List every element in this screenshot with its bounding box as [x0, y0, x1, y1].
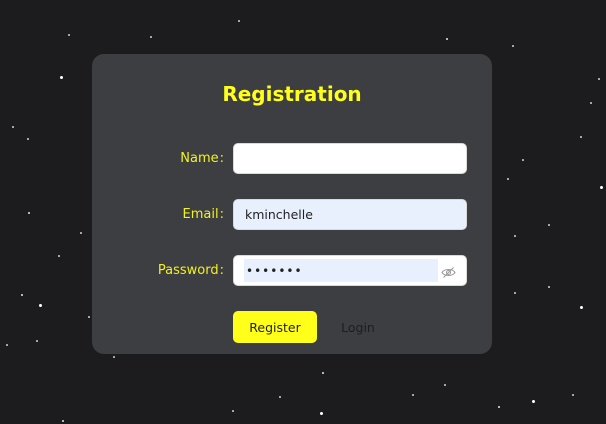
login-button[interactable]: Login [328, 311, 388, 343]
star [39, 304, 42, 307]
registration-card: Registration Name: Email: Password: Regi… [92, 54, 492, 354]
star [572, 394, 574, 396]
star [512, 45, 514, 47]
email-label-text: Email [182, 207, 219, 222]
star [36, 340, 38, 342]
label-colon: : [219, 151, 224, 166]
star [113, 356, 115, 358]
star [322, 372, 324, 374]
eye-slash-icon[interactable] [441, 264, 456, 278]
star [12, 126, 14, 128]
starfield-background: Registration Name: Email: Password: Regi… [0, 0, 606, 424]
star [320, 412, 323, 415]
password-label-text: Password [157, 263, 219, 278]
star [590, 102, 592, 104]
star [507, 178, 509, 180]
star [58, 255, 60, 257]
star [446, 38, 448, 40]
star [514, 235, 516, 237]
star [6, 344, 8, 346]
form-title: Registration [222, 82, 362, 106]
star [600, 186, 603, 189]
star [60, 76, 63, 79]
star [580, 136, 582, 138]
star [21, 294, 23, 296]
star [580, 306, 583, 309]
star [598, 78, 600, 80]
star [514, 292, 516, 294]
star [28, 212, 30, 214]
star [62, 420, 64, 422]
star [412, 394, 414, 396]
star [279, 396, 281, 398]
name-label: Name: [180, 151, 224, 166]
label-colon: : [219, 263, 224, 278]
star [444, 384, 446, 386]
label-colon: : [219, 207, 224, 222]
star [88, 316, 90, 318]
star [548, 286, 550, 288]
name-label-text: Name [180, 151, 219, 166]
star [498, 406, 500, 408]
password-input[interactable] [246, 256, 436, 285]
email-label: Email: [183, 207, 224, 222]
password-label: Password: [158, 263, 224, 278]
star [238, 20, 240, 22]
star [150, 36, 152, 38]
star [522, 159, 524, 161]
star [532, 400, 535, 403]
email-field-wrapper [233, 199, 467, 230]
star [27, 138, 29, 140]
star [68, 34, 70, 36]
star [232, 410, 234, 412]
email-input[interactable] [245, 200, 455, 229]
name-input[interactable] [245, 144, 455, 173]
star [548, 224, 550, 226]
password-field-wrapper [233, 255, 467, 286]
name-field-wrapper [233, 143, 467, 174]
register-button[interactable]: Register [233, 311, 317, 343]
star [80, 232, 82, 234]
